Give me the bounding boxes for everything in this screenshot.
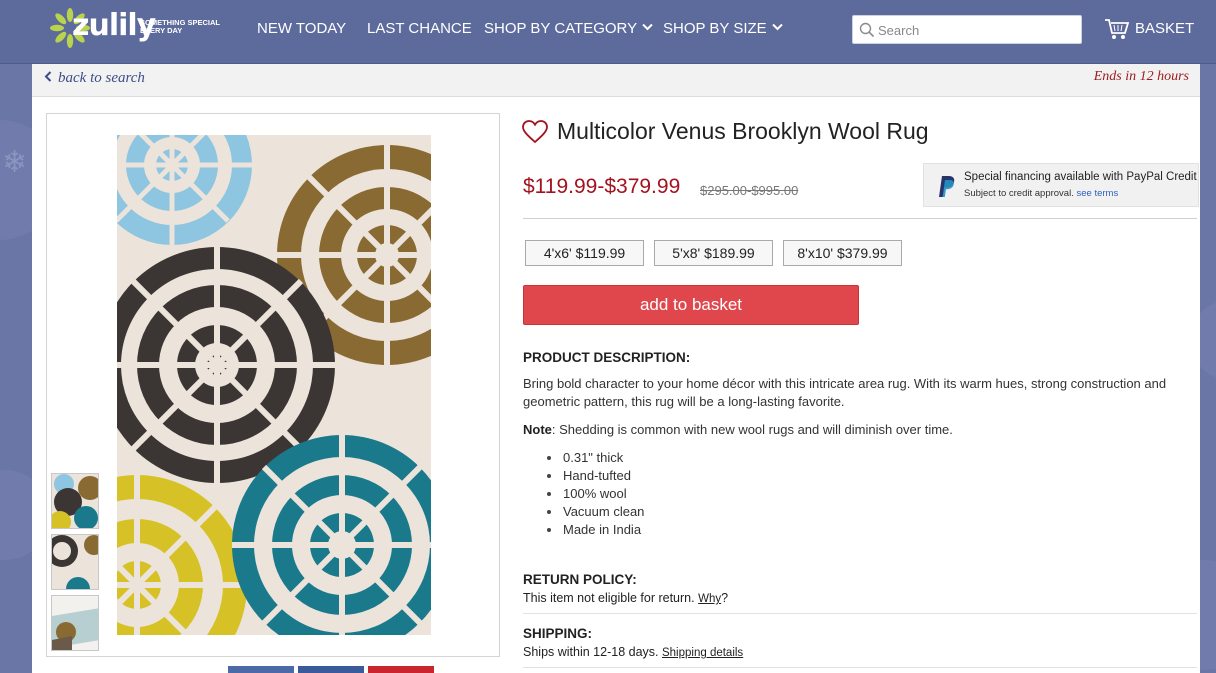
list-item: 100% wool [547,485,644,503]
product-title: Multicolor Venus Brooklyn Wool Rug [557,118,929,144]
product-note: Note: Shedding is common with new wool r… [523,422,953,437]
back-to-search-link[interactable]: back to search [44,70,145,87]
chevron-down-icon [642,23,653,31]
shipping-details-link[interactable]: Shipping details [662,647,743,659]
product-features-list: 0.31" thick Hand-tufted 100% wool Vacuum… [547,449,644,539]
sale-ends-label: Ends in 12 hours [1093,69,1189,84]
nav-last-chance[interactable]: LAST CHANCE [367,20,472,37]
thumbnail-image [52,535,98,589]
site-header: zulily SOMETHING SPECIAL EVERY DAY NEW T… [0,0,1216,64]
note-text: : Shedding is common with new wool rugs … [551,422,953,437]
twitter-share-button[interactable] [298,666,364,673]
nav-shop-by-size[interactable]: SHOP BY SIZE [663,20,783,37]
nav-shop-by-category[interactable]: SHOP BY CATEGORY [484,20,653,37]
return-policy-label: This item not eligible for return. [523,591,695,605]
heart-icon[interactable] [522,120,548,144]
shipping-text: Ships within 12-18 days. Shipping detail… [523,645,743,659]
paypal-financing-text: Special financing available with PayPal … [964,171,1197,183]
rug-pattern [117,135,431,635]
thumbnail-image [52,596,98,650]
size-option-5x8[interactable]: 5'x8' $189.99 [654,240,773,266]
nav-label: SHOP BY CATEGORY [484,20,638,37]
return-policy-text: This item not eligible for return. Why? [523,591,728,605]
divider [523,667,1197,668]
paypal-icon [939,176,955,197]
search-box [852,15,1082,44]
nav-label: NEW TODAY [257,20,347,37]
shipping-heading: SHIPPING: [523,626,593,641]
product-subbar: back to search Ends in 12 hours [32,64,1200,97]
back-label: back to search [58,70,145,86]
list-item: Hand-tufted [547,467,644,485]
divider [523,218,1197,219]
thumbnail-1[interactable] [51,473,99,529]
search-input[interactable] [878,20,1073,40]
paypal-approval-text: Subject to credit approval. see terms [964,188,1118,199]
thumbnail-3[interactable] [51,595,99,651]
product-panel: Multicolor Venus Brooklyn Wool Rug $119.… [32,97,1200,673]
list-item: 0.31" thick [547,449,644,467]
zulily-logo[interactable]: zulily SOMETHING SPECIAL EVERY DAY [50,4,222,56]
nav-new-today[interactable]: NEW TODAY [257,20,346,37]
product-image-box [46,113,500,657]
list-item: Vacuum clean [547,503,644,521]
basket-icon [1105,19,1130,39]
pinterest-share-button[interactable] [368,666,434,673]
paypal-credit-box: Special financing available with PayPal … [923,163,1199,207]
original-price: $295.00-$995.00 [700,183,799,198]
size-option-8x10[interactable]: 8'x10' $379.99 [783,240,902,266]
nav-label: LAST CHANCE [367,20,472,37]
chevron-down-icon [771,23,783,31]
return-policy-why-link[interactable]: Why [698,593,721,605]
note-label: Note [523,422,552,437]
nav-label: SHOP BY SIZE [663,20,767,37]
list-item: Made in India [547,521,644,539]
paypal-see-terms-link[interactable]: see terms [1076,188,1118,199]
basket-label: BASKET [1135,20,1195,37]
shipping-label: Ships within 12-18 days. [523,645,659,659]
facebook-share-button[interactable] [228,666,294,673]
return-policy-heading: RETURN POLICY: [523,572,637,587]
divider [523,613,1197,614]
product-main-image[interactable] [117,135,431,635]
paypal-approval-label: Subject to credit approval. [964,188,1074,199]
thumbnail-image [52,474,98,528]
search-icon[interactable] [859,22,875,38]
chevron-left-icon [44,71,52,82]
product-description-text: Bring bold character to your home décor … [523,376,1167,409]
product-description-heading: PRODUCT DESCRIPTION: [523,350,691,365]
add-to-basket-button[interactable]: add to basket [523,285,859,325]
logo-tagline: SOMETHING SPECIAL EVERY DAY [140,18,220,35]
return-policy-suffix: ? [721,591,729,605]
thumbnail-2[interactable] [51,534,99,590]
size-option-4x6[interactable]: 4'x6' $119.99 [525,240,644,266]
sale-price: $119.99-$379.99 [523,175,681,198]
